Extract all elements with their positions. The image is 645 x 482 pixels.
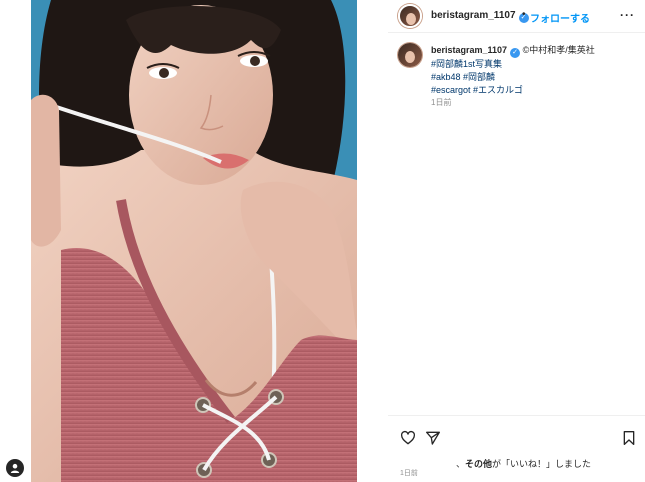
post-actions: 、その他が「いいね！」しました 1日前 bbox=[388, 415, 645, 482]
caption-avatar[interactable] bbox=[398, 43, 422, 67]
left-gutter bbox=[0, 0, 31, 482]
likes-others[interactable]: その他 bbox=[465, 459, 492, 469]
bookmark-icon bbox=[623, 431, 635, 445]
author-avatar[interactable] bbox=[398, 4, 422, 28]
caption-timestamp: 1日前 bbox=[431, 98, 452, 107]
post-header: beristagram_1107 ✓ • フォローする ··· bbox=[388, 0, 645, 33]
caption-text: beristagram_1107 ✓ ©中村和孝/集英社 #岡部麟1st写真集 #… bbox=[431, 44, 636, 97]
post-image[interactable] bbox=[31, 0, 357, 482]
author-username[interactable]: beristagram_1107 ✓ bbox=[431, 10, 529, 23]
save-button[interactable] bbox=[621, 430, 637, 446]
heart-icon bbox=[400, 430, 416, 445]
comment-button[interactable] bbox=[425, 430, 441, 446]
header-separator: • bbox=[522, 9, 526, 20]
post-caption: beristagram_1107 ✓ ©中村和孝/集英社 #岡部麟1st写真集 #… bbox=[388, 33, 645, 415]
caption-credit: ©中村和孝/集英社 bbox=[522, 45, 595, 55]
more-options-icon[interactable]: ··· bbox=[620, 8, 635, 22]
likes-prefix: 、 bbox=[456, 459, 466, 469]
author-username-text[interactable]: beristagram_1107 bbox=[431, 10, 516, 21]
follow-button[interactable]: フォローする bbox=[530, 10, 590, 25]
caption-username[interactable]: beristagram_1107 bbox=[431, 45, 507, 55]
profile-icon[interactable] bbox=[6, 459, 24, 477]
caption-verified-badge-icon: ✓ bbox=[510, 48, 521, 58]
post-sidebar: beristagram_1107 ✓ • フォローする ··· beristagr… bbox=[388, 0, 645, 482]
instagram-post-view: beristagram_1107 ✓ • フォローする ··· beristagr… bbox=[0, 0, 645, 482]
like-button[interactable] bbox=[400, 430, 416, 446]
hashtag-line-2[interactable]: #akb48 #岡部麟 bbox=[431, 71, 636, 84]
share-icon bbox=[426, 431, 440, 445]
portrait-photo bbox=[31, 0, 357, 482]
hashtag-line-3[interactable]: #escargot #エスカルゴ bbox=[431, 84, 636, 97]
likes-summary[interactable]: 、その他が「いいね！」しました bbox=[456, 457, 591, 470]
likes-suffix: が「いいね！」しました bbox=[492, 459, 592, 469]
user-icon bbox=[10, 463, 20, 473]
post-timestamp: 1日前 bbox=[400, 470, 418, 477]
hashtag-line-1[interactable]: #岡部麟1st写真集 bbox=[431, 58, 636, 71]
